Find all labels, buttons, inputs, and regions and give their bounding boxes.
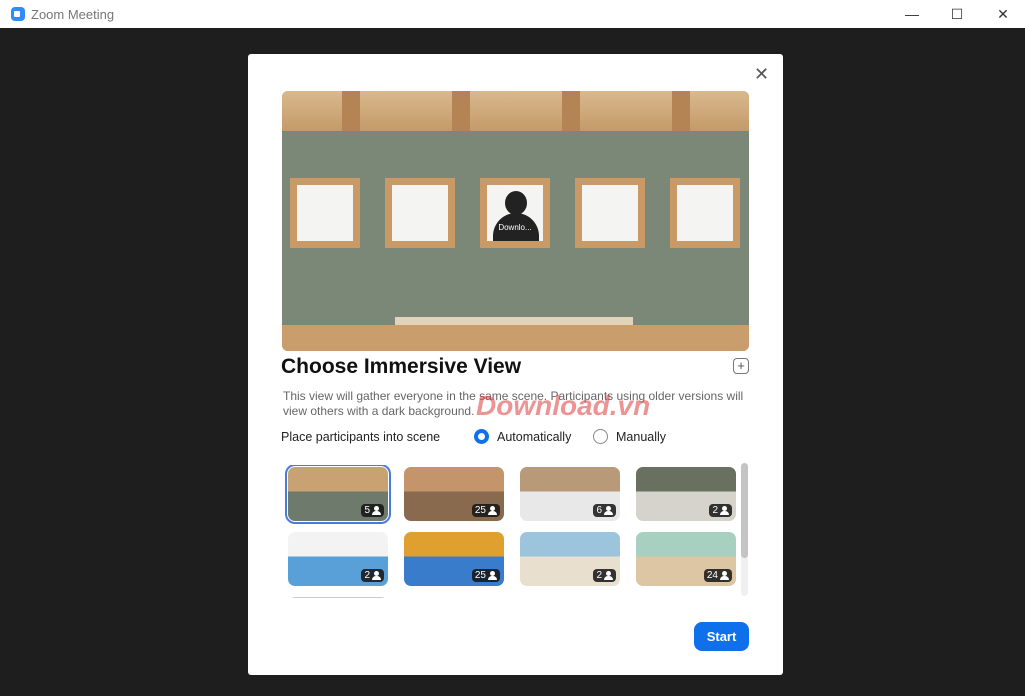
radio-label: Manually [616, 429, 667, 444]
zoom-logo-icon [11, 7, 25, 21]
participant-name: Downlo... [498, 223, 532, 232]
scene-thumbnail[interactable]: 2 [636, 467, 736, 521]
title-bar: Zoom Meeting — ☐ ✕ [0, 0, 1025, 28]
scene-thumbnail[interactable]: 2 [288, 532, 388, 586]
radio-automatically[interactable]: Automatically [474, 429, 571, 444]
participant-count: 2 [712, 505, 718, 516]
person-icon [720, 506, 729, 515]
person-icon [720, 571, 729, 580]
person-icon [372, 506, 381, 515]
participant-count-badge: 2 [593, 569, 616, 582]
avatar-icon [505, 191, 527, 215]
participant-count: 2 [596, 570, 602, 581]
participant-count: 2 [364, 570, 370, 581]
radio-label: Automatically [497, 429, 572, 444]
participant-count-badge: 5 [361, 504, 384, 517]
scene-thumbnail[interactable] [288, 597, 388, 598]
participant-count: 24 [706, 570, 718, 581]
maximize-button[interactable]: ☐ [934, 0, 980, 28]
close-icon[interactable]: ✕ [754, 64, 769, 85]
participant-count-badge: 25 [471, 569, 500, 582]
participant-count-badge: 2 [709, 504, 732, 517]
scene-thumbnail[interactable]: 24 [636, 532, 736, 586]
close-window-button[interactable]: ✕ [980, 0, 1025, 28]
radio-unselected-icon [593, 429, 608, 444]
participant-count-badge: 6 [593, 504, 616, 517]
scene-thumbnail[interactable]: 5 [285, 465, 391, 524]
dialog-title: Choose Immersive View [281, 355, 522, 378]
participant-count: 25 [474, 570, 486, 581]
participant-count: 6 [596, 505, 602, 516]
person-icon [604, 571, 613, 580]
radio-selected-icon [474, 429, 489, 444]
watermark: Download.vn [476, 390, 651, 421]
participant-count-badge: 25 [471, 504, 500, 517]
participant-count-badge: 24 [703, 569, 732, 582]
participant-count-badge: 2 [361, 569, 384, 582]
scrollbar-thumb[interactable] [741, 463, 748, 558]
minimize-button[interactable]: — [889, 0, 935, 28]
person-icon [372, 571, 381, 580]
add-scene-icon[interactable]: + [733, 358, 749, 374]
person-icon [488, 571, 497, 580]
place-label: Place participants into scene [281, 430, 441, 444]
scene-thumbnail[interactable]: 25 [404, 532, 504, 586]
scene-thumbnail[interactable]: 25 [404, 467, 504, 521]
start-button[interactable]: Start [694, 622, 749, 651]
person-icon [604, 506, 613, 515]
radio-manually[interactable]: Manually [593, 429, 666, 444]
person-icon [488, 506, 497, 515]
participant-count: 25 [474, 505, 486, 516]
participant-count: 5 [364, 505, 370, 516]
scene-thumbnail[interactable]: 6 [520, 467, 620, 521]
participant-frame: Downlo... [480, 178, 550, 248]
scrollbar[interactable] [741, 463, 748, 596]
scene-preview: Downlo... [282, 91, 749, 351]
scene-grid: 5 25 6 2 2 25 2 24 [285, 465, 745, 598]
immersive-view-dialog: ✕ Downlo... Choose Immersive View + This… [248, 54, 783, 675]
scene-thumbnail[interactable]: 2 [520, 532, 620, 586]
window-title: Zoom Meeting [31, 6, 115, 22]
